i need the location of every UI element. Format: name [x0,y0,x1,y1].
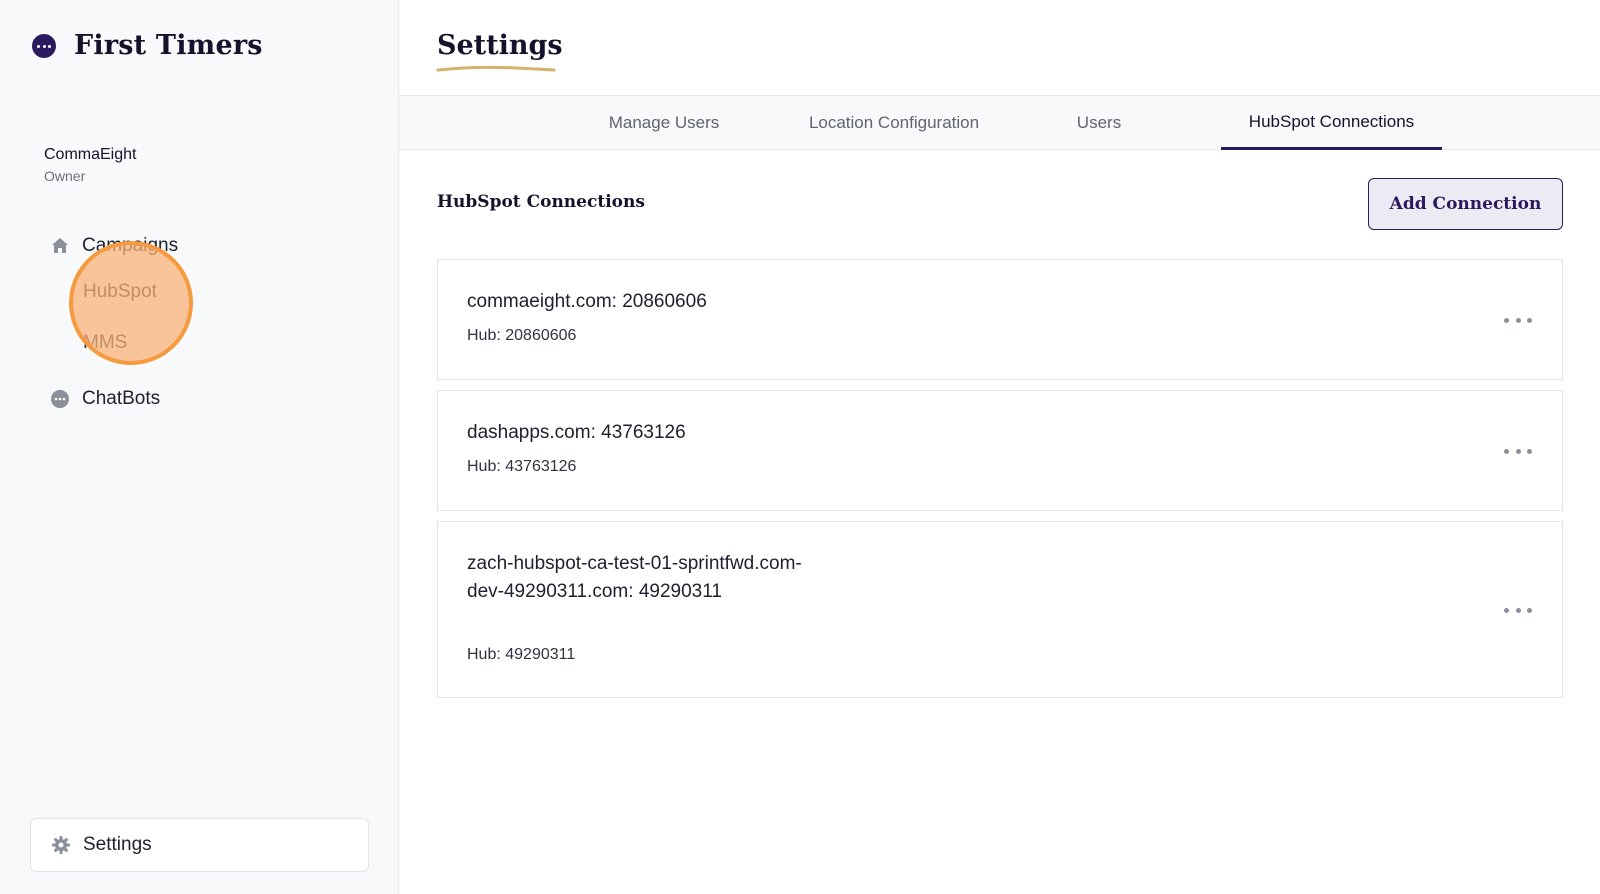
more-horizontal-icon [1504,448,1509,454]
page-title: Settings [437,30,563,61]
more-options-button[interactable] [1504,312,1532,328]
connection-name: commaeight.com: 20860606 [467,291,707,312]
gear-icon [52,836,70,854]
tab-hubspot-connections[interactable]: HubSpot Connections [1221,96,1442,150]
more-horizontal-icon [1504,607,1509,613]
tab-users[interactable]: Users [1049,96,1149,150]
home-icon [52,238,68,253]
more-options-button[interactable] [1504,602,1532,618]
connection-card[interactable]: zach-hubspot-ca-test-01-sprintfwd.com-de… [437,521,1563,698]
connection-card[interactable]: commaeight.com: 20860606 Hub: 20860606 [437,259,1563,380]
page-header: Settings [399,0,1600,96]
brand[interactable]: First Timers [32,30,263,61]
sidebar-item-campaigns[interactable]: Campaigns [50,235,178,257]
connection-hub: Hub: 43763126 [467,458,577,475]
account-info: CommaEight Owner [44,146,136,184]
tab-location-configuration[interactable]: Location Configuration [779,96,1009,150]
settings-button[interactable]: Settings [30,818,369,872]
sidebar-item-hubspot[interactable]: HubSpot [83,281,157,303]
chat-bubble-icon [32,33,56,58]
account-role: Owner [44,168,86,184]
more-options-button[interactable] [1504,443,1532,459]
tab-manage-users[interactable]: Manage Users [589,96,739,150]
main-content: Settings Manage Users Location Configura… [399,0,1600,894]
connection-card[interactable]: dashapps.com: 43763126 Hub: 43763126 [437,390,1563,511]
sidebar-item-label: Campaigns [82,235,179,256]
connection-hub: Hub: 20860606 [467,327,577,344]
section-title: HubSpot Connections [437,192,645,212]
account-name: CommaEight [44,146,137,163]
sidebar-item-mms[interactable]: MMS [83,332,127,354]
sidebar-item-label: ChatBots [82,388,161,409]
sidebar-item-label: HubSpot [83,281,157,302]
connection-hub: Hub: 49290311 [467,646,576,663]
sidebar-item-chatbots[interactable]: ChatBots [50,388,160,410]
connection-name: zach-hubspot-ca-test-01-sprintfwd.com-de… [467,553,802,602]
connection-name: dashapps.com: 43763126 [467,422,686,443]
chat-bubble-icon [51,390,69,408]
settings-button-label: Settings [83,834,152,855]
sidebar-item-label: MMS [83,332,128,353]
brand-name: First Timers [74,30,263,61]
settings-tabs: Manage Users Location Configuration User… [399,96,1600,150]
more-horizontal-icon [1504,317,1509,323]
sidebar: First Timers CommaEight Owner Campaigns … [0,0,399,894]
title-underline [436,65,556,72]
add-connection-button[interactable]: Add Connection [1368,178,1563,230]
